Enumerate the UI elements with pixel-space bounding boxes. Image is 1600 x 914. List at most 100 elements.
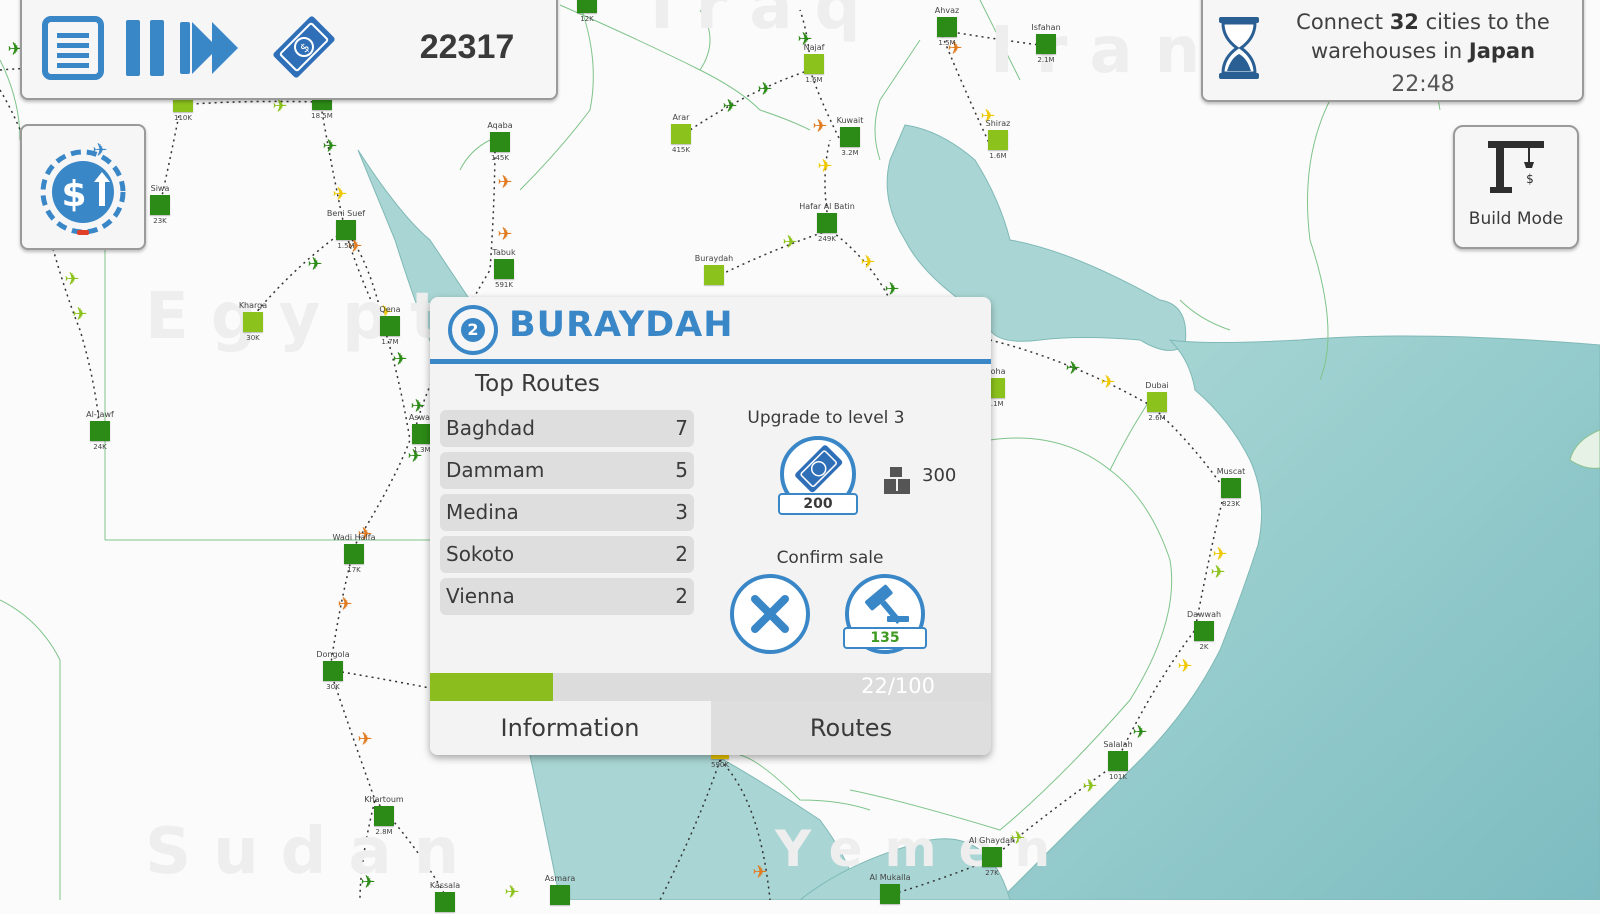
svg-text:$: $ (1526, 172, 1534, 186)
city-marker[interactable]: Tabuk 591K (434, 248, 574, 290)
city-name: Al-Jawf (86, 410, 114, 419)
route-count: 2 (675, 542, 688, 566)
city-square[interactable] (988, 130, 1008, 150)
fast-forward-button[interactable] (180, 18, 242, 78)
city-marker[interactable]: Shiraz 1.6M (928, 119, 1068, 161)
city-marker[interactable]: Najaf 1.6M (744, 43, 884, 85)
city-square[interactable] (937, 17, 957, 37)
top-hud-bar: $ 22317 (20, 0, 558, 100)
city-square[interactable] (1108, 751, 1128, 771)
city-name: Kharga (238, 301, 268, 310)
city-square[interactable] (880, 884, 900, 904)
city-marker[interactable]: Al Ghaydah 27K (922, 836, 1062, 878)
svg-text:✈: ✈ (337, 594, 352, 615)
city-marker[interactable]: Asmara (490, 874, 630, 907)
svg-text:✈: ✈ (1177, 656, 1192, 677)
tab-information[interactable]: Information (430, 701, 710, 755)
city-name: Salalah (1103, 740, 1133, 749)
svg-text:✈: ✈ (72, 304, 87, 325)
menu-button[interactable] (42, 16, 104, 80)
city-marker[interactable]: Kharga 30K (183, 301, 323, 343)
city-name: Arar (672, 113, 690, 122)
city-square[interactable] (344, 544, 364, 564)
city-square[interactable] (1221, 478, 1241, 498)
city-marker[interactable]: Beni Suef 1.5M (276, 209, 416, 251)
upgrade-cost: 200 (778, 493, 858, 515)
city-square[interactable] (1194, 621, 1214, 641)
city-square[interactable] (243, 312, 263, 332)
city-marker[interactable]: Khartoum 2.8M (314, 795, 454, 837)
city-population: 415K (672, 146, 690, 154)
tab-routes[interactable]: Routes (711, 701, 991, 755)
cargo-crates-icon (884, 467, 910, 494)
build-mode-button[interactable]: $ Build Mode (1453, 125, 1579, 249)
city-marker[interactable]: Dubai 2.6M (1087, 381, 1227, 423)
hourglass-icon (1219, 17, 1259, 79)
money-button[interactable]: $ (266, 10, 342, 84)
city-marker[interactable]: Arar 415K (611, 113, 751, 155)
finance-button[interactable]: $ ✈ (20, 124, 146, 250)
city-name: Dubai (1145, 381, 1169, 390)
city-marker[interactable]: Hafar Al Batin 249K (757, 202, 897, 244)
city-population: 30K (246, 334, 260, 342)
city-population: 2.1M (1037, 56, 1055, 64)
city-marker[interactable]: Isfahan 2.1M (976, 23, 1116, 65)
city-square[interactable] (550, 885, 570, 905)
pause-icon (126, 20, 164, 76)
city-level: 2 (461, 318, 485, 342)
city-marker[interactable]: Salalah 101K (1048, 740, 1188, 782)
pause-button[interactable] (124, 18, 168, 78)
city-square[interactable] (90, 421, 110, 441)
city-square[interactable] (374, 806, 394, 826)
money-icon: $ (273, 16, 335, 78)
objective-timer: 22:48 (1391, 72, 1455, 97)
city-population: 18.5M (311, 112, 333, 120)
city-population: 2K (1199, 643, 1209, 651)
city-square[interactable] (577, 0, 597, 13)
city-square[interactable] (840, 127, 860, 147)
svg-text:✈: ✈ (860, 252, 875, 273)
city-marker[interactable]: Dongola 30K (263, 650, 403, 692)
city-square[interactable] (1147, 392, 1167, 412)
fast-forward-icon (180, 22, 238, 74)
city-square[interactable] (817, 213, 837, 233)
city-marker[interactable]: Dawwah 2K (1134, 610, 1274, 652)
city-square[interactable] (490, 132, 510, 152)
city-square[interactable] (671, 124, 691, 144)
route-row: Dammam 5 (440, 452, 694, 489)
city-square[interactable] (494, 259, 514, 279)
city-marker[interactable]: Muscat 823K (1161, 467, 1301, 509)
svg-text:✈: ✈ (332, 184, 347, 205)
city-name: Dawwah (1186, 610, 1222, 619)
city-square[interactable] (336, 220, 356, 240)
cancel-sale-button[interactable] (728, 572, 812, 656)
city-square[interactable] (323, 661, 343, 681)
city-square[interactable] (412, 424, 432, 444)
city-marker[interactable]: Al Mukalla (820, 873, 960, 906)
route-row: Vienna 2 (440, 578, 694, 615)
upgrade-cargo-value: 300 (922, 465, 957, 486)
money-counter: 22317 (419, 28, 515, 66)
route-city: Sokoto (446, 542, 515, 566)
city-marker[interactable]: Aqaba 145K (430, 121, 570, 163)
city-population: 591K (495, 281, 513, 289)
city-square[interactable] (1036, 34, 1056, 54)
city-square[interactable] (704, 265, 724, 285)
city-population: 1.6M (989, 152, 1007, 160)
route-city: Vienna (446, 584, 515, 608)
city-marker[interactable]: Buraydah (644, 254, 784, 287)
city-marker[interactable]: Al-Jawf 24K (30, 410, 170, 452)
svg-text:✈: ✈ (1210, 562, 1225, 583)
route-row: Sokoto 2 (440, 536, 694, 573)
route-city: Medina (446, 500, 519, 524)
city-square[interactable] (982, 847, 1002, 867)
city-square[interactable] (380, 316, 400, 336)
objective-line1-prefix: Connect (1296, 10, 1390, 34)
city-marker[interactable]: Wadi Halfa 17K (284, 533, 424, 575)
city-square[interactable] (150, 195, 170, 215)
city-name: Ahvaz (934, 6, 960, 15)
svg-text:✈: ✈ (752, 862, 767, 883)
city-marker[interactable]: Kuwait 3.2M (780, 116, 920, 158)
city-square[interactable] (804, 54, 824, 74)
city-square[interactable] (435, 892, 455, 912)
